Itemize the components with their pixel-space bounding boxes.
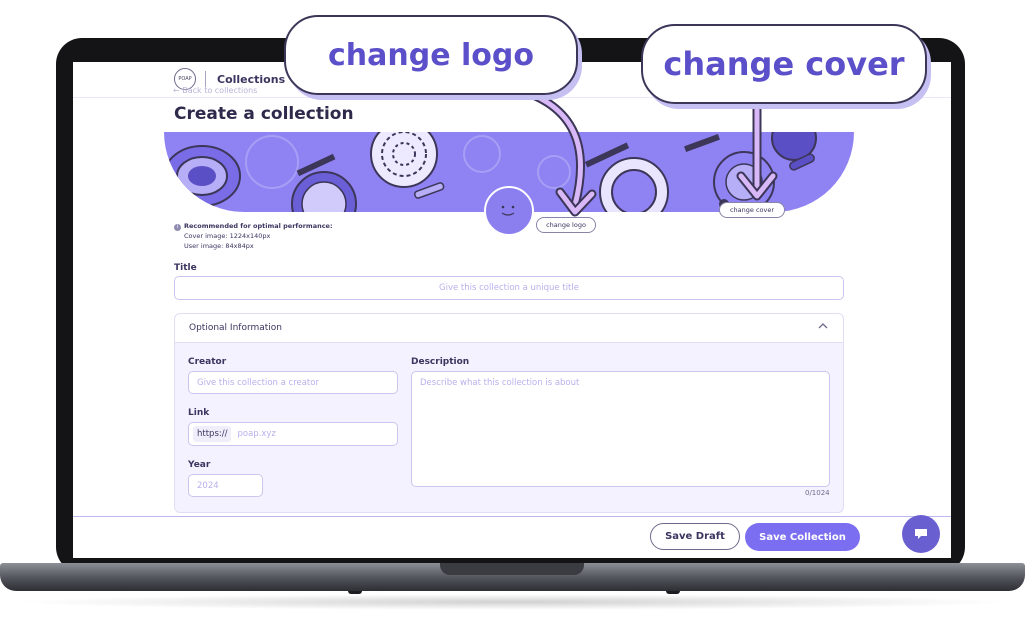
stage: POAP Collections ← Back to collections C… [0, 0, 1025, 624]
description-textarea[interactable]: Describe what this collection is about [411, 371, 830, 487]
laptop-notch [440, 563, 584, 575]
creator-input[interactable]: Give this collection a creator [188, 371, 398, 394]
link-label: Link [188, 408, 210, 418]
optional-info-header[interactable]: Optional Information [174, 313, 844, 343]
laptop-foot [666, 591, 680, 594]
chevron-up-icon[interactable] [817, 320, 829, 335]
change-cover-button[interactable]: change cover [719, 202, 785, 218]
chat-icon[interactable] [902, 515, 940, 553]
optional-info-label: Optional Information [189, 323, 283, 333]
change-logo-button[interactable]: change logo [536, 217, 596, 233]
save-collection-button[interactable]: Save Collection [745, 523, 860, 551]
link-prefix: https:// [193, 426, 232, 442]
collection-avatar[interactable] [484, 186, 534, 236]
smiley-icon [501, 205, 515, 216]
screen: POAP Collections ← Back to collections C… [73, 62, 951, 558]
title-input[interactable]: Give this collection a unique title [174, 276, 844, 300]
laptop-foot [348, 591, 362, 594]
title-label: Title [174, 263, 197, 273]
page-title: Create a collection [174, 104, 354, 124]
recommendation-cover: Cover image: 1224x140px [184, 232, 271, 240]
creator-label: Creator [188, 357, 227, 367]
description-counter: 0/1024 [805, 489, 830, 497]
save-draft-button[interactable]: Save Draft [650, 523, 740, 550]
info-icon: i [174, 224, 181, 231]
link-placeholder: poap.xyz [237, 429, 276, 439]
header-divider [205, 71, 206, 87]
year-label: Year [188, 460, 211, 470]
link-input[interactable]: https:// poap.xyz [188, 422, 398, 446]
back-link[interactable]: ← Back to collections [173, 86, 257, 95]
laptop-shadow [10, 594, 1015, 610]
year-input[interactable]: 2024 [188, 474, 263, 497]
recommendation-user: User image: 84x84px [184, 242, 254, 250]
change-logo-callout: change logo [284, 15, 578, 95]
description-label: Description [411, 357, 470, 367]
header-title[interactable]: Collections [217, 73, 285, 86]
change-cover-callout: change cover [641, 24, 927, 104]
recommendation-info: i Recommended for optimal performance: Co… [174, 221, 333, 251]
recommendation-heading: Recommended for optimal performance: [184, 222, 333, 230]
